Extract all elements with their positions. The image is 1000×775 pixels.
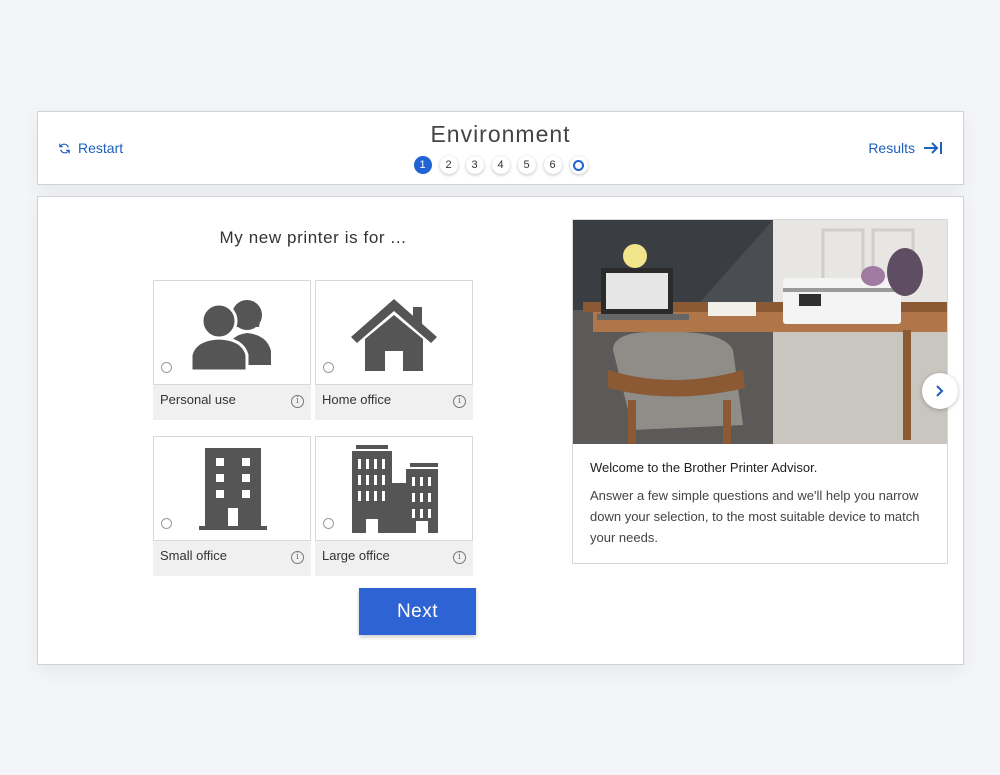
option-footer: Large office i (315, 541, 473, 576)
people-icon (189, 299, 271, 372)
wizard-header: Restart Environment 1 2 3 4 5 6 Results (37, 111, 964, 185)
option-small-office[interactable]: Small office i (153, 436, 311, 576)
option-radio[interactable] (323, 362, 334, 373)
option-image (315, 436, 473, 541)
house-icon (351, 298, 437, 371)
option-label: Small office (160, 548, 227, 563)
step-5[interactable]: 5 (517, 156, 536, 174)
info-icon[interactable]: i (291, 551, 304, 564)
info-card: Welcome to the Brother Printer Advisor. … (572, 219, 948, 564)
step-indicator: 1 2 3 4 5 6 (38, 156, 963, 174)
large-building-icon (352, 444, 438, 533)
option-label: Large office (322, 548, 390, 563)
question-text: My new printer is for ... (219, 228, 407, 247)
option-footer: Home office i (315, 385, 473, 420)
option-large-office[interactable]: Large office i (315, 436, 473, 576)
main-panel: My new printer is for ... Personal use i (37, 196, 964, 665)
option-image (315, 280, 473, 385)
option-label: Home office (322, 392, 392, 407)
option-personal-use[interactable]: Personal use i (153, 280, 311, 420)
step-results[interactable] (569, 156, 588, 174)
page-title: Environment (430, 121, 571, 147)
description-text: Answer a few simple questions and we'll … (590, 488, 920, 545)
arrow-to-end-icon (924, 142, 942, 154)
option-home-office[interactable]: Home office i (315, 280, 473, 420)
next-slide-button[interactable] (922, 373, 958, 409)
welcome-text: Welcome to the Brother Printer Advisor. (590, 460, 818, 475)
option-radio[interactable] (161, 362, 172, 373)
option-radio[interactable] (161, 518, 172, 529)
info-icon[interactable]: i (453, 395, 466, 408)
step-3[interactable]: 3 (465, 156, 484, 174)
step-6[interactable]: 6 (543, 156, 562, 174)
option-image (153, 280, 311, 385)
info-icon[interactable]: i (291, 395, 304, 408)
info-icon[interactable]: i (453, 551, 466, 564)
step-2[interactable]: 2 (439, 156, 458, 174)
next-button[interactable]: Next (359, 588, 476, 635)
results-button[interactable]: Results (868, 140, 943, 156)
option-label: Personal use (160, 392, 236, 407)
option-footer: Personal use i (153, 385, 311, 420)
option-radio[interactable] (323, 518, 334, 529)
option-image (153, 436, 311, 541)
printer-desk-photo (573, 220, 947, 444)
option-footer: Small office i (153, 541, 311, 576)
small-building-icon (199, 447, 267, 530)
results-label: Results (868, 140, 915, 156)
chevron-right-icon (936, 385, 944, 397)
step-1[interactable]: 1 (413, 156, 432, 174)
step-4[interactable]: 4 (491, 156, 510, 174)
